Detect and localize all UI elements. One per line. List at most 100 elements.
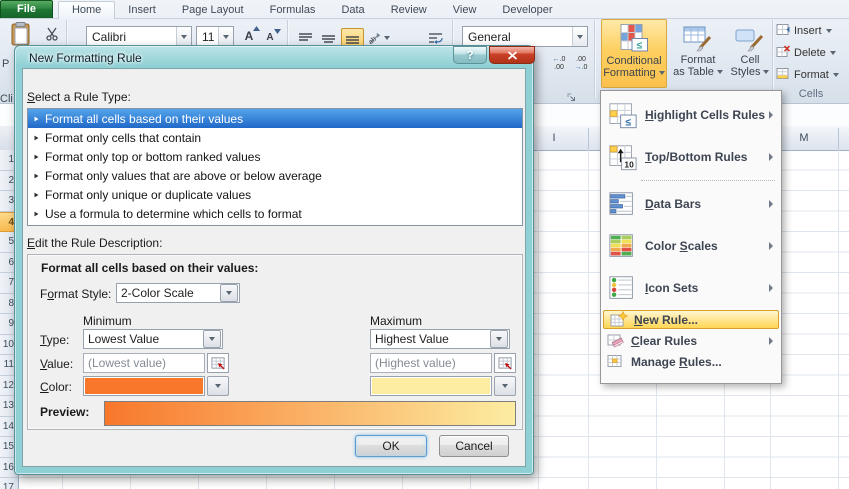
menu-item-label: Highlight Cells Rules [645,108,769,122]
rule-type-format-only-values-that-are-above-or-below-average[interactable]: Format only values that are above or bel… [28,166,522,185]
cut-button[interactable] [44,26,60,42]
tab-formulas[interactable]: Formulas [257,2,329,18]
format-style-value: 2-Color Scale [121,286,219,300]
excel-window: IM 1234567891011121314151617 FileHomeIns… [0,0,849,489]
group-separator [594,20,595,98]
number-dialog-launcher[interactable] [566,92,577,103]
dialog-help-button[interactable]: ? [453,46,487,64]
min-value-input[interactable] [83,353,205,373]
rule-type-use-a-formula-to-determine-which-cells-to-format[interactable]: Use a formula to determine which cells t… [28,204,522,223]
cancel-button[interactable]: Cancel [439,435,509,457]
decrease-decimal-button[interactable]: .00→.0 [571,52,591,75]
edit-rule-section-label: Edit the Rule Description: [27,236,162,250]
rule-description-heading: Format all cells based on their values: [41,261,258,275]
rule-type-format-only-unique-or-duplicate-values[interactable]: Format only unique or duplicate values [28,185,522,204]
column-separator [588,128,589,150]
refedit-icon [211,356,226,370]
min-color-dropdown-button[interactable] [207,376,229,396]
ok-button[interactable]: OK [355,435,427,457]
dropdown-arrow-icon [833,73,839,77]
paste-button[interactable] [8,22,34,46]
font-size-combo[interactable]: 11 [196,26,234,47]
align-middle-icon [322,32,335,44]
tab-home[interactable]: Home [58,1,115,19]
tab-view[interactable]: View [440,2,490,18]
tab-review[interactable]: Review [378,2,440,18]
rule-type-format-only-cells-that-contain[interactable]: Format only cells that contain [28,128,522,147]
tab-file[interactable]: File [0,0,53,18]
dialog-close-button[interactable] [489,46,535,64]
tab-developer[interactable]: Developer [489,2,565,18]
wrap-text-icon [428,32,443,45]
menu-item-highlight-cells-rules[interactable]: ≤Highlight Cells Rules [601,94,781,136]
font-size-value: 11 [202,30,218,44]
max-color-dropdown-button[interactable] [494,376,516,396]
row-header-17[interactable]: 17 [0,478,18,489]
shrink-font-button[interactable]: A [262,28,278,46]
color-scales-icon [601,232,645,261]
conditional-formatting-icon: ≤ [619,23,649,53]
tab-page-layout[interactable]: Page Layout [169,2,257,18]
submenu-arrow-icon [769,153,773,161]
format-as-table-button[interactable]: Format as Table [671,19,725,88]
number-format-value: General [468,30,572,44]
menu-item-icon-sets[interactable]: Icon Sets [601,267,781,309]
dropdown-arrow-icon [826,29,832,33]
ribbon-tabs: File HomeInsertPage LayoutFormulasDataRev… [0,0,849,19]
insert-button[interactable]: Insert [776,23,832,39]
max-value-refedit-button[interactable] [494,353,516,373]
menu-item-data-bars[interactable]: Data Bars [601,183,781,225]
menu-item-manage-rules[interactable]: Manage Rules... [601,351,781,372]
font-name-dropdown-arrow[interactable] [176,27,191,46]
new-rule-icon [604,311,634,328]
max-value-input[interactable] [370,353,492,373]
font-name-combo[interactable]: Calibri [86,26,192,47]
format-style-dropdown-arrow[interactable] [220,284,238,302]
dialog-client-area: Select a Rule Type: Format all cells bas… [22,68,526,467]
max-type-dropdown-arrow[interactable] [490,330,508,348]
rule-type-format-all-cells-based-on-their-values[interactable]: Format all cells based on their values [28,109,522,128]
manage-rules-icon [601,353,631,370]
conditional-formatting-label1: Conditional [606,55,661,67]
number-format-dropdown-arrow[interactable] [572,27,587,46]
menu-item-clear-rules[interactable]: Clear Rules [601,330,781,351]
format-style-combo[interactable]: 2-Color Scale [116,283,240,303]
menu-item-color-scales[interactable]: Color Scales [601,225,781,267]
min-value-refedit-button[interactable] [207,353,229,373]
rule-arrow-icon [35,211,39,216]
format-as-table-icon [683,22,713,52]
cell-styles-button[interactable]: Cell Styles [727,19,773,88]
number-format-combo[interactable]: General [462,26,588,47]
min-color-swatch[interactable] [83,376,205,396]
color-label: Color: [40,380,72,394]
paste-clipboard-icon [9,22,33,46]
font-name-value: Calibri [92,30,176,44]
submenu-arrow-icon [769,111,773,119]
menu-item-new-rule[interactable]: New Rule... [603,310,779,329]
tab-data[interactable]: Data [328,2,377,18]
icon-sets-icon [601,274,645,303]
delete-button[interactable]: Delete [776,45,836,61]
rule-type-format-only-top-or-bottom-ranked-values[interactable]: Format only top or bottom ranked values [28,147,522,166]
tab-insert[interactable]: Insert [115,2,169,18]
orientation-icon: ab [368,31,383,46]
font-size-dropdown-arrow[interactable] [218,27,233,46]
menu-item-label: Data Bars [645,197,769,211]
grow-font-button[interactable]: A [240,26,258,46]
max-color-swatch[interactable] [370,376,492,396]
menu-item-top-bottom-rules[interactable]: 10Top/Bottom Rules [601,136,781,178]
min-type-dropdown-arrow[interactable] [203,330,221,348]
menu-item-label: Top/Bottom Rules [645,150,769,164]
refedit-icon [498,356,513,370]
increase-decimal-button[interactable]: ←.0.00 [549,52,569,75]
conditional-formatting-button[interactable]: ≤ Conditional Formatting [601,19,667,88]
format-style-label: Format Style: [40,287,111,301]
rule-description-groupbox: Format all cells based on their values: … [27,254,523,430]
min-type-combo[interactable]: Lowest Value [83,329,223,349]
max-type-combo[interactable]: Highest Value [370,329,510,349]
submenu-arrow-icon [769,242,773,250]
format-button[interactable]: Format [776,67,839,83]
rule-arrow-icon [35,154,39,159]
preview-gradient [104,401,516,426]
rule-arrow-icon [35,192,39,197]
